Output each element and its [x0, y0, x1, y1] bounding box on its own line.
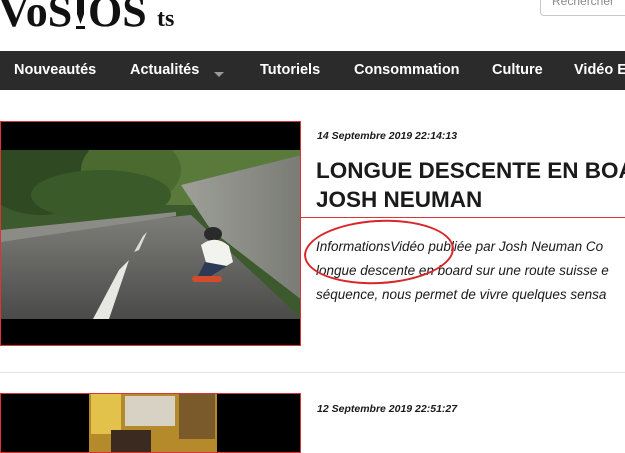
article-excerpt: InformationsVidéo publiée par Josh Neuma… [316, 239, 609, 302]
article-thumbnail[interactable] [0, 393, 301, 453]
article-title[interactable]: LONGUE DESCENTE EN BOA JOSH NEUMAN [316, 156, 625, 214]
article-date: 12 Septembre 2019 22:51:27 [317, 403, 458, 415]
article-thumbnail[interactable] [0, 121, 301, 346]
article-date: 14 Septembre 2019 22:14:13 [317, 130, 458, 142]
nav-item-consommation[interactable]: Consommation [354, 51, 460, 90]
main-nav: Nouveautés Actualités Tutoriels Consomma… [0, 51, 625, 90]
nav-item-nouveautes[interactable]: Nouveautés [14, 51, 96, 90]
nav-item-actualites[interactable]: Actualités [130, 51, 199, 90]
nav-item-tutoriels[interactable]: Tutoriels [260, 51, 320, 90]
title-divider [301, 217, 625, 218]
nav-item-video[interactable]: Vidéo E [574, 51, 625, 90]
search-input[interactable] [540, 0, 625, 16]
chevron-down-icon[interactable] [214, 72, 224, 77]
article-separator [0, 372, 625, 373]
svg-text:OS: OS [88, 0, 147, 30]
site-logo[interactable]: VoS OS ts [0, 0, 190, 30]
nav-item-culture[interactable]: Culture [492, 51, 543, 90]
svg-text:VoS: VoS [0, 0, 72, 30]
svg-text:ts: ts [157, 6, 174, 30]
